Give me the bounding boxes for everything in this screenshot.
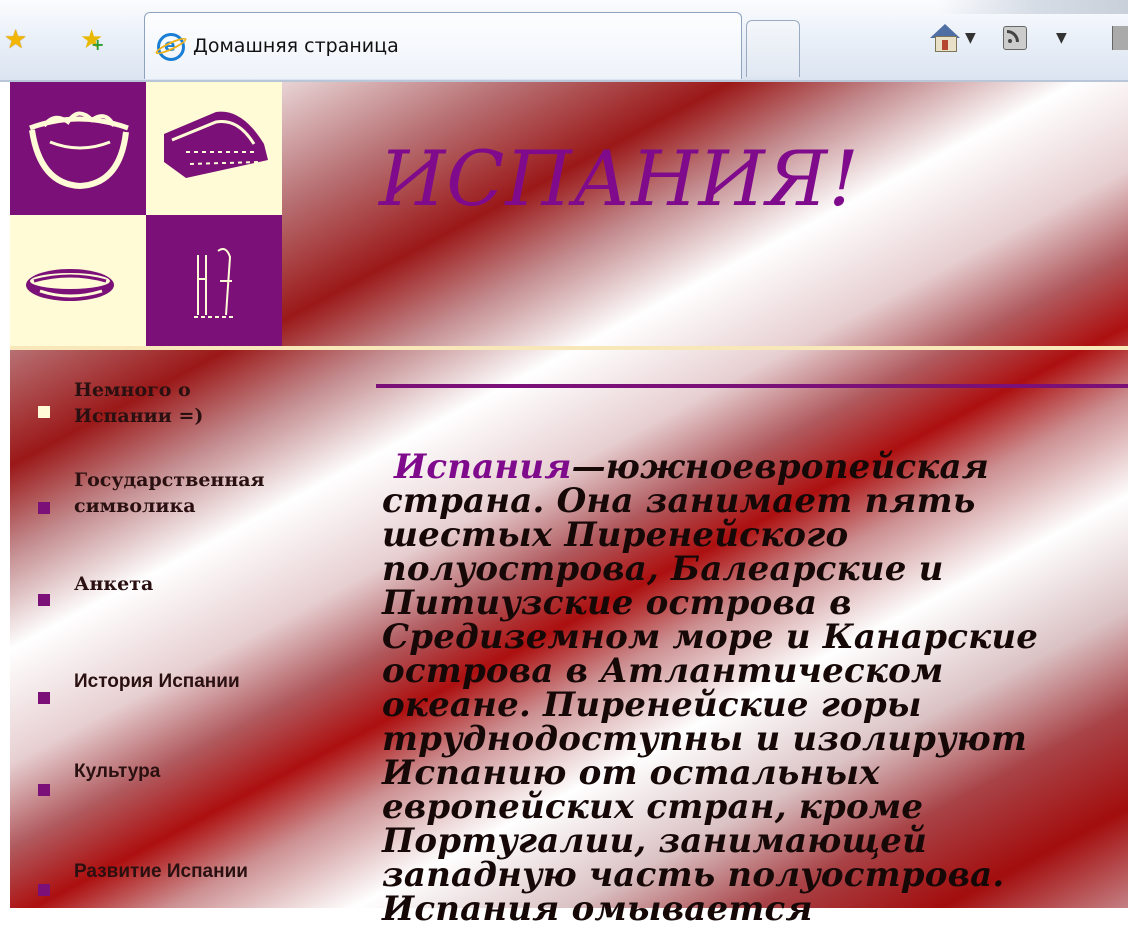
bowl-icon: [10, 82, 146, 215]
print-icon[interactable]: [1112, 26, 1128, 50]
home-dropdown-icon[interactable]: ▼: [965, 30, 976, 46]
main-text: Испания—южноевропейская страна. Она зани…: [382, 450, 1128, 926]
text-line: полуострова, Балеарские и: [382, 549, 944, 589]
hotdog-icon: [10, 215, 146, 348]
text-line: Питиузские острова в: [382, 583, 852, 623]
cake-slice-icon: [146, 82, 282, 215]
kitchen-utensils-icon: [146, 215, 282, 348]
side-navigation: Немного о Испании =) Государственная сим…: [10, 350, 350, 908]
nav-label[interactable]: История Испании: [74, 670, 240, 694]
nav-label-line2[interactable]: Испании =): [74, 404, 203, 428]
site-title: ИСПАНИЯ!: [379, 134, 860, 223]
nav-label-line2[interactable]: символика: [74, 494, 196, 518]
nav-item-survey[interactable]: Анкета: [10, 572, 340, 612]
text-line: Испания омывается: [382, 889, 813, 929]
browser-tab[interactable]: e Домашняя страница: [144, 12, 742, 79]
nav-bullet: [38, 594, 50, 606]
content-divider: [376, 384, 1128, 388]
web-page: ИСПАНИЯ! Немного о Испании =) Государств…: [10, 82, 1128, 926]
nav-bullet: [38, 884, 50, 896]
browser-toolbar: ★ ★ + e Домашняя страница ▼ ▼: [0, 0, 1128, 82]
header-banner: ИСПАНИЯ!: [282, 82, 1128, 348]
text-line: Средиземном море и Канарские: [382, 617, 1039, 657]
logo-grid: [10, 82, 282, 348]
nav-item-development[interactable]: Развитие Испании: [10, 860, 340, 900]
tab-title: Домашняя страница: [193, 35, 399, 57]
text-line: океане. Пиренейские горы: [382, 685, 922, 725]
text-line: западную часть полуострова.: [382, 855, 1005, 895]
nav-item-about-spain[interactable]: Немного о Испании =): [10, 374, 340, 440]
text-line: Испания—южноевропейская: [382, 450, 1128, 484]
nav-bullet: [38, 502, 50, 514]
text-line: труднодоступны и изолируют: [382, 719, 1028, 759]
nav-label[interactable]: Развитие Испании: [74, 860, 248, 884]
nav-bullet: [38, 692, 50, 704]
nav-label[interactable]: Культура: [74, 760, 160, 784]
feeds-icon[interactable]: [1003, 26, 1027, 50]
home-icon[interactable]: [930, 24, 960, 52]
nav-item-culture[interactable]: Культура: [10, 760, 340, 800]
text-line: острова в Атлантическом: [382, 651, 944, 691]
favorites-star-icon[interactable]: ★: [4, 26, 32, 54]
nav-label-line1[interactable]: Немного о: [74, 378, 191, 402]
text-line: страна. Она занимает пять: [382, 481, 976, 521]
text-line: европейских стран, кроме: [382, 787, 924, 827]
toolbar-corner: [938, 0, 1128, 14]
nav-label[interactable]: Анкета: [74, 572, 153, 596]
add-favorites-icon[interactable]: ★ +: [80, 26, 108, 54]
new-tab-button[interactable]: [746, 20, 800, 77]
nav-item-history[interactable]: История Испании: [10, 670, 340, 710]
ie-icon: e: [157, 33, 185, 61]
text-line: шестых Пиренейского: [382, 515, 849, 555]
nav-label-line1[interactable]: Государственная: [74, 468, 265, 492]
nav-bullet: [38, 406, 50, 418]
text-line: Испанию от остальных: [382, 753, 880, 793]
nav-bullet: [38, 784, 50, 796]
nav-item-state-symbols[interactable]: Государственная символика: [10, 466, 340, 530]
feeds-dropdown-icon[interactable]: ▼: [1056, 30, 1067, 46]
text-line: Португалии, занимающей: [382, 821, 927, 861]
